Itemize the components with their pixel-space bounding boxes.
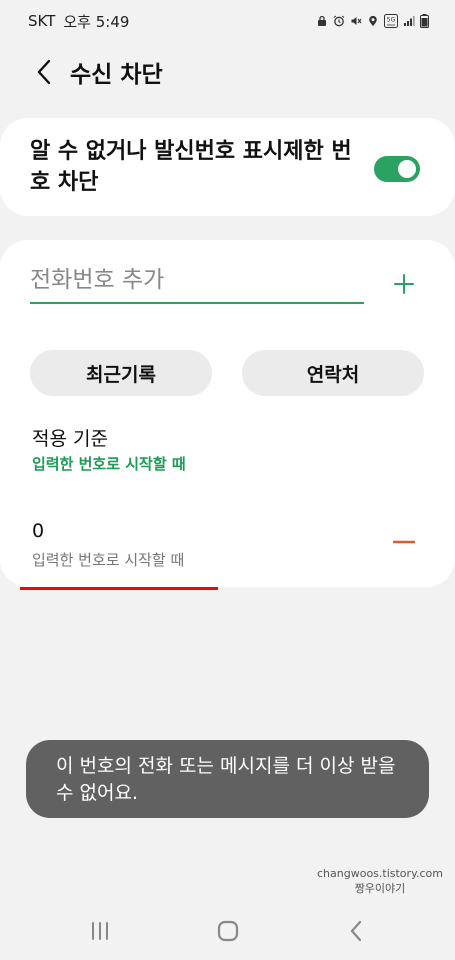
recent-log-button[interactable]: 최근기록: [30, 350, 212, 396]
plus-icon: [394, 274, 414, 294]
location-icon: [369, 15, 377, 26]
mute-icon: [351, 17, 362, 25]
blocked-entry-rule: 입력한 번호로 시작할 때: [32, 551, 185, 569]
nav-back-icon: [350, 920, 362, 942]
network-label: 5G: [387, 17, 396, 24]
watermark: changwoos.tistory.com 짱우이야기: [300, 866, 455, 896]
blocked-entry-number: 0: [32, 520, 45, 542]
criteria-value: 입력한 번호로 시작할 때: [32, 455, 186, 473]
lock-icon: [318, 15, 326, 26]
minus-icon: [393, 540, 415, 544]
clock-label: 오후 5:49: [63, 12, 130, 31]
remove-entry-button[interactable]: [388, 528, 420, 556]
chevron-left-icon: [37, 59, 51, 85]
block-unknown-label: 알 수 없거나 발신번호 표시제한 번호 차단: [30, 139, 352, 195]
status-icons: 5G: [316, 14, 429, 28]
phone-number-input[interactable]: [30, 258, 364, 304]
contacts-button[interactable]: 연락처: [242, 350, 424, 396]
alarm-icon: [333, 15, 345, 27]
home-icon: [217, 920, 239, 942]
battery-icon: [420, 14, 429, 28]
toggle-thumb[interactable]: [396, 158, 418, 180]
nav-home-button[interactable]: [206, 912, 250, 950]
status-left: SKT 오후 5:49: [28, 11, 129, 32]
page-title: 수신 차단: [70, 62, 163, 88]
toast-message: 이 번호의 전화 또는 메시지를 더 이상 받을 수 없어요.: [26, 740, 429, 818]
annotation-underline: [20, 587, 218, 590]
network-5g-icon: 5G: [384, 14, 398, 28]
nav-recents-button[interactable]: [78, 912, 122, 950]
app-header: 수신 차단: [0, 48, 455, 96]
carrier-label: SKT: [28, 12, 56, 30]
watermark-name: 짱우이야기: [354, 882, 406, 895]
nav-back-button[interactable]: [334, 912, 378, 950]
signal-icon: [404, 16, 415, 26]
recents-icon: [92, 922, 108, 940]
add-number-button[interactable]: [386, 266, 422, 302]
back-button[interactable]: [24, 52, 64, 92]
criteria-title: 적용 기준: [32, 428, 108, 450]
watermark-url: changwoos.tistory.com: [317, 867, 443, 880]
status-bar: SKT 오후 5:49 5G: [0, 0, 455, 42]
